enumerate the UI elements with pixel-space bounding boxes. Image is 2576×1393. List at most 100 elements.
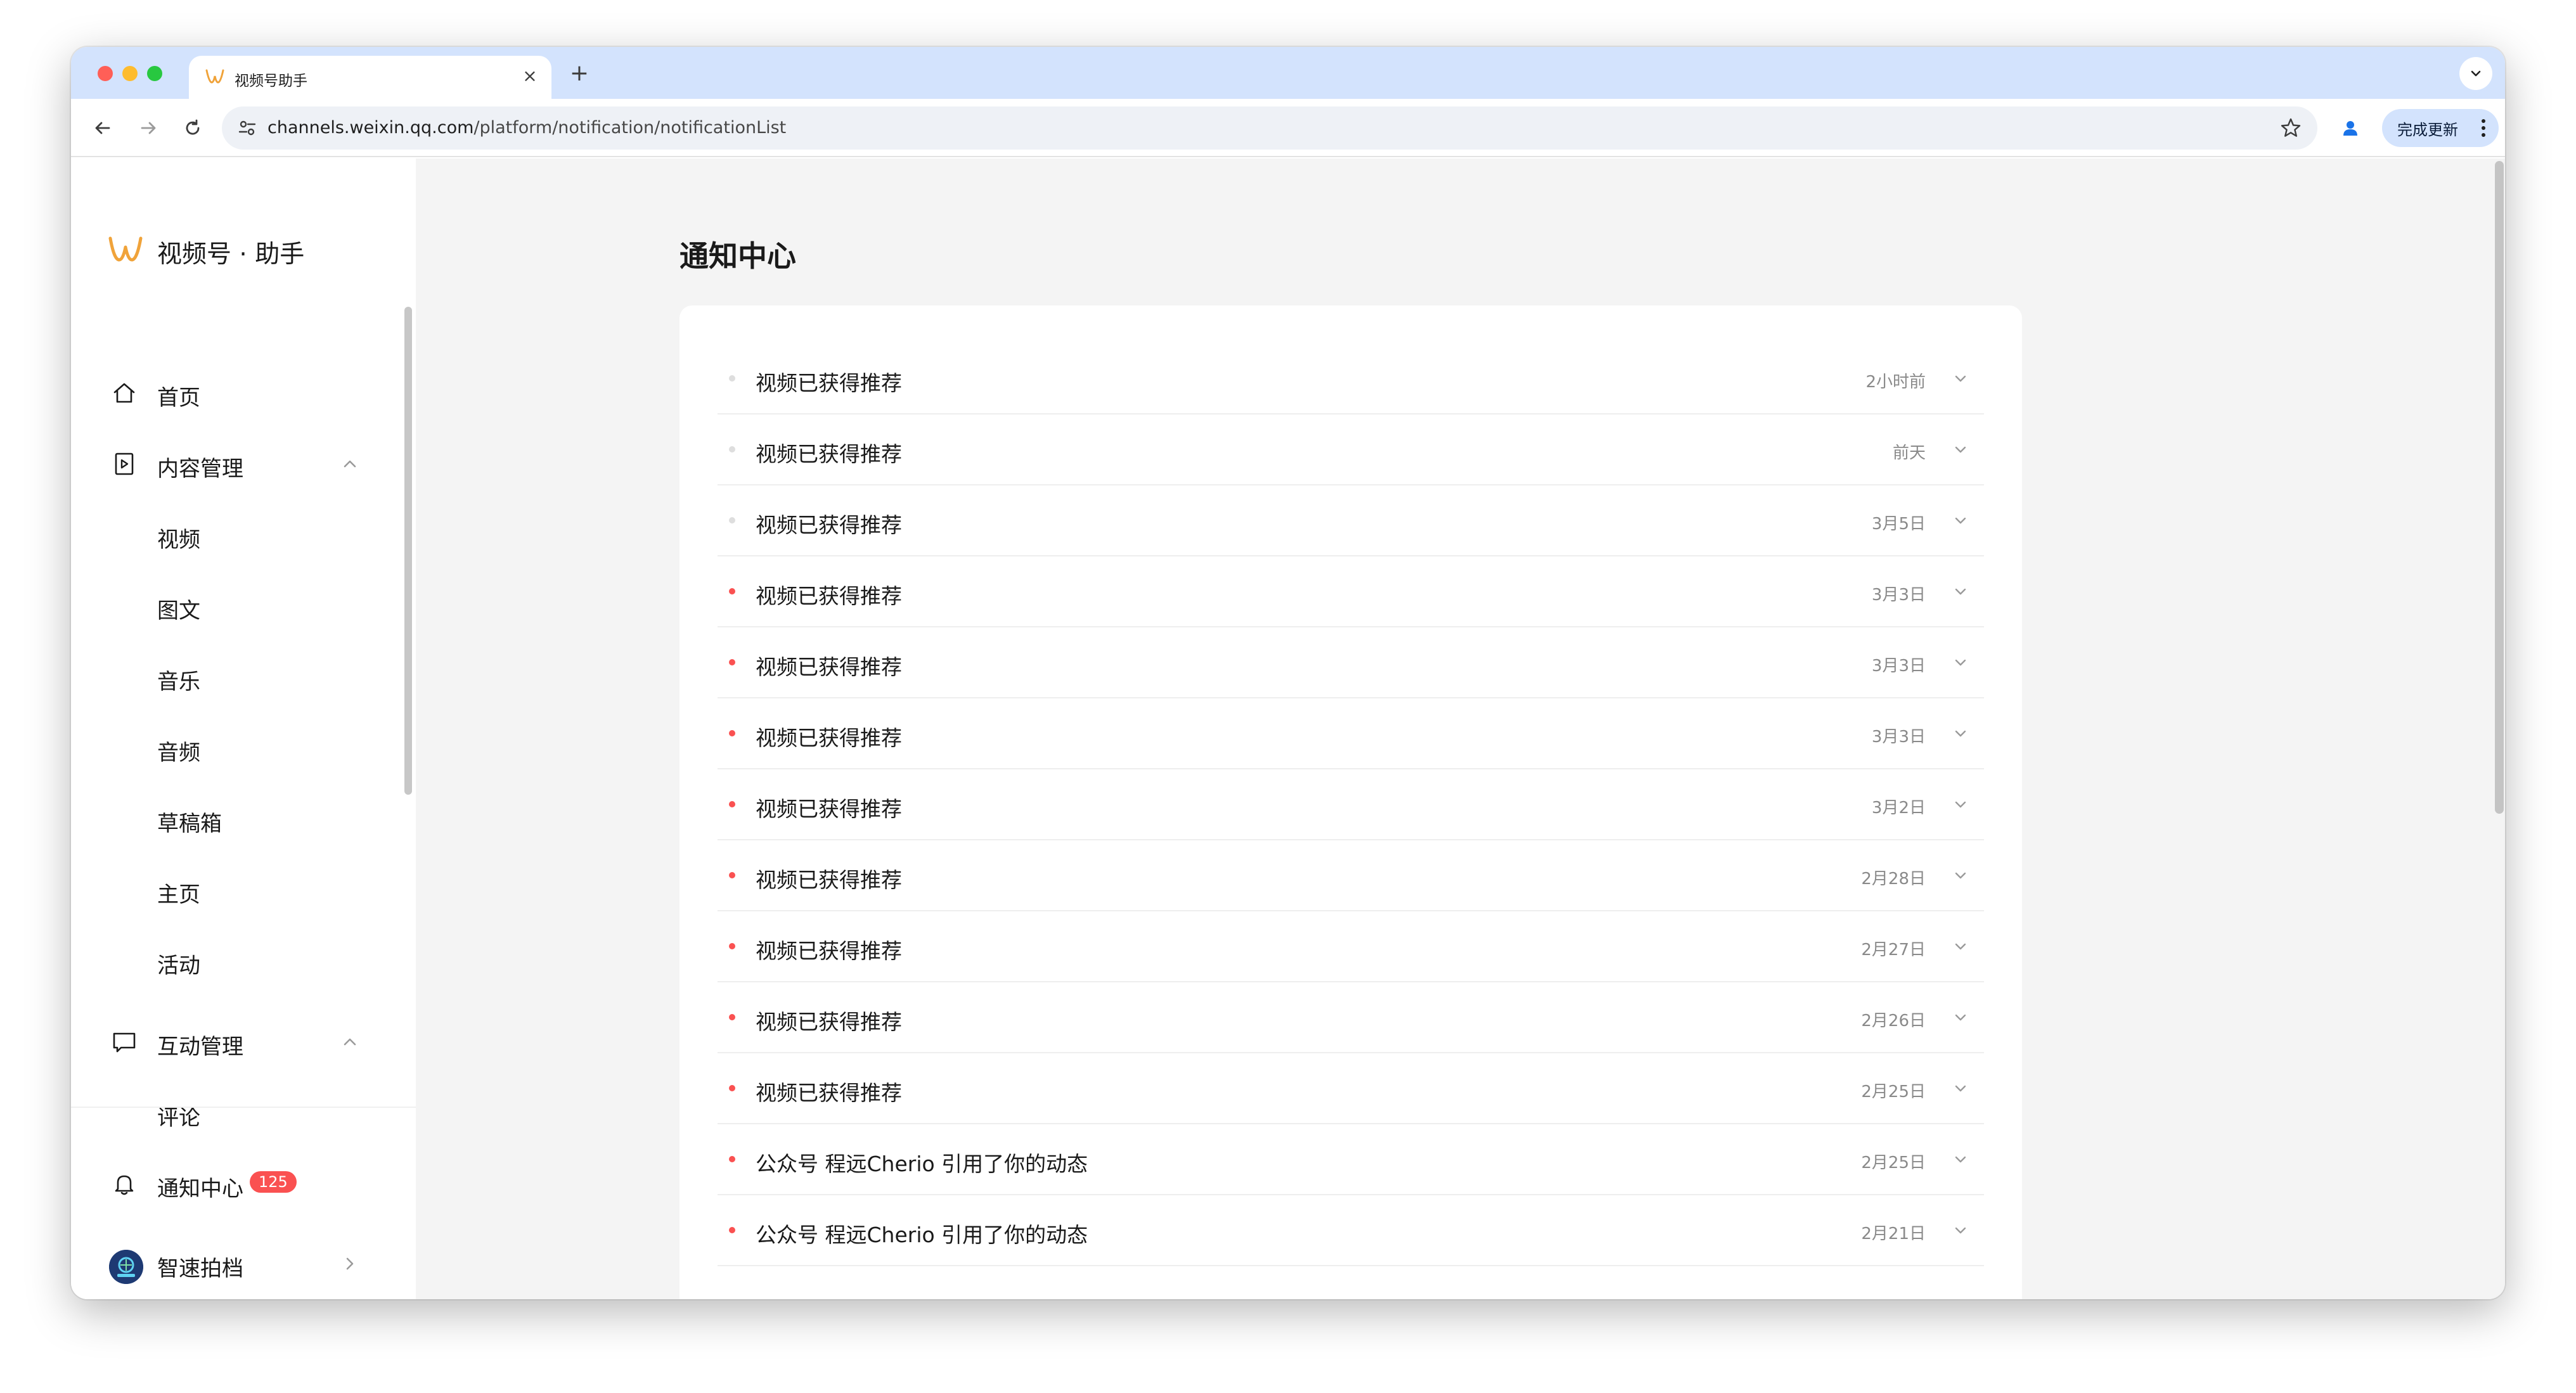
chevron-down-icon[interactable] xyxy=(1951,1079,1970,1098)
browser-window: 视频号助手 × + channels.weixin.qq.com/platfor… xyxy=(71,47,2505,1299)
notification-title: 视频已获得推荐 xyxy=(756,726,902,750)
notification-row[interactable]: 公众号 程远Cherio 引用了你的动态 2月21日 xyxy=(718,1195,1984,1266)
chevron-down-icon[interactable] xyxy=(1951,1221,1970,1240)
notification-row[interactable]: 视频已获得推荐 前天 xyxy=(718,414,1984,485)
notification-row[interactable]: 视频已获得推荐 3月2日 xyxy=(718,769,1984,840)
notification-row[interactable]: 视频已获得推荐 3月3日 xyxy=(718,556,1984,627)
sidebar-item-activities[interactable]: 活动 xyxy=(71,935,416,986)
address-bar[interactable]: channels.weixin.qq.com/platform/notifica… xyxy=(222,106,2317,150)
browser-toolbar: channels.weixin.qq.com/platform/notifica… xyxy=(71,99,2505,157)
chevron-down-icon[interactable] xyxy=(1951,795,1970,814)
tab-close-icon[interactable]: × xyxy=(518,65,541,87)
sidebar-item-label: 内容管理 xyxy=(157,456,243,482)
sidebar-item-video[interactable]: 视频 xyxy=(71,510,416,560)
unread-dot xyxy=(729,872,735,878)
update-button[interactable]: 完成更新 xyxy=(2382,109,2499,147)
notification-row[interactable]: 视频已获得推荐 3月3日 xyxy=(718,627,1984,698)
back-button[interactable] xyxy=(87,113,118,143)
tab-channels-assistant[interactable]: 视频号助手 × xyxy=(189,56,551,99)
profile-button[interactable] xyxy=(2334,112,2367,144)
new-tab-button[interactable]: + xyxy=(565,60,593,87)
minimize-window-button[interactable] xyxy=(122,66,138,81)
sidebar-item-label: 活动 xyxy=(157,953,200,979)
arrow-right-icon xyxy=(141,122,156,134)
unread-dot xyxy=(729,730,735,736)
sidebar-item-label: 视频 xyxy=(157,527,200,553)
sidebar-item-notifications[interactable]: 通知中心 125 xyxy=(71,1159,416,1209)
unread-dot xyxy=(729,1014,735,1020)
notification-row[interactable]: 视频已获得推荐 2月27日 xyxy=(718,911,1984,982)
page-content: 视频号 · 助手 首页 内容管理 视频 图文 音乐 音频 草稿箱 主页 活动 互… xyxy=(71,158,2505,1299)
read-dot xyxy=(729,446,735,453)
chevron-down-icon[interactable] xyxy=(1951,1150,1970,1169)
tab-search-button[interactable] xyxy=(2459,57,2492,90)
chevron-down-icon[interactable] xyxy=(1951,511,1970,530)
read-dot xyxy=(729,375,735,382)
comment-icon xyxy=(113,1032,136,1053)
notification-row[interactable]: 视频已获得推荐 2月28日 xyxy=(718,840,1984,911)
notification-row[interactable]: 视频已获得推荐 3月5日 xyxy=(718,485,1984,556)
notification-time: 3月3日 xyxy=(1871,657,1926,676)
sidebar-item-music[interactable]: 音乐 xyxy=(71,652,416,702)
notification-row[interactable]: 视频已获得推荐 2月26日 xyxy=(718,982,1984,1053)
notification-time: 3月2日 xyxy=(1871,799,1926,818)
sidebar-item-home[interactable]: 首页 xyxy=(71,368,416,418)
tab-title: 视频号助手 xyxy=(235,73,307,89)
notification-title: 视频已获得推荐 xyxy=(756,371,902,395)
unread-dot xyxy=(729,659,735,665)
notification-title: 视频已获得推荐 xyxy=(756,1081,902,1105)
read-dot xyxy=(729,517,735,523)
page-scrollbar[interactable] xyxy=(2495,161,2504,814)
chevron-down-icon[interactable] xyxy=(1951,937,1970,956)
sidebar-item-label: 首页 xyxy=(157,385,200,411)
notification-row[interactable]: 视频已获得推荐 3月3日 xyxy=(718,698,1984,769)
unread-dot xyxy=(729,588,735,594)
chevron-down-icon[interactable] xyxy=(1951,1008,1970,1027)
sidebar-item-comments[interactable]: 评论 xyxy=(71,1088,416,1138)
profile-icon xyxy=(2343,121,2357,136)
url-text: channels.weixin.qq.com/platform/notifica… xyxy=(267,118,786,138)
sidebar-item-content-management[interactable]: 内容管理 xyxy=(71,439,416,489)
bookmark-star-icon[interactable] xyxy=(2279,117,2302,139)
sidebar-item-homepage[interactable]: 主页 xyxy=(71,864,416,915)
notification-title: 视频已获得推荐 xyxy=(756,513,902,537)
sidebar-item-image-text[interactable]: 图文 xyxy=(71,581,416,631)
chevron-down-icon[interactable] xyxy=(1951,582,1970,601)
notification-row[interactable]: 视频已获得推荐 2月25日 xyxy=(718,1053,1984,1124)
notification-title: 视频已获得推荐 xyxy=(756,1010,902,1034)
chevron-down-icon[interactable] xyxy=(1951,724,1970,743)
sidebar-item-label: 主页 xyxy=(157,882,200,908)
sidebar-item-audio[interactable]: 音频 xyxy=(71,722,416,773)
zoom-window-button[interactable] xyxy=(147,66,162,81)
sidebar-account[interactable]: 智速拍档 xyxy=(71,1238,416,1289)
notification-row[interactable]: 视频已获得推荐 2小时前 xyxy=(718,343,1984,414)
notification-title: 视频已获得推荐 xyxy=(756,939,902,963)
notification-list: 视频已获得推荐 2小时前 视频已获得推荐 前天 视频已获得推荐 3月5日 视频已获得推荐 3月… xyxy=(679,305,2022,1299)
chevron-right-icon xyxy=(346,1257,354,1270)
reload-button[interactable] xyxy=(177,113,208,143)
unread-dot xyxy=(729,801,735,807)
chevron-down-icon[interactable] xyxy=(1951,866,1970,885)
site-settings-icon xyxy=(238,120,256,136)
chevron-down-icon[interactable] xyxy=(1951,653,1970,672)
sidebar-item-label: 草稿箱 xyxy=(157,811,222,837)
notification-row[interactable]: 公众号 程远Cherio 引用了你的动态 2月25日 xyxy=(718,1124,1984,1195)
notification-title: 视频已获得推荐 xyxy=(756,442,902,466)
chevron-down-icon[interactable] xyxy=(1951,440,1970,459)
sidebar-item-interaction-management[interactable]: 互动管理 xyxy=(71,1017,416,1067)
avatar xyxy=(109,1250,143,1284)
notification-title: 公众号 程远Cherio 引用了你的动态 xyxy=(756,1223,1088,1247)
sidebar-item-label: 音频 xyxy=(157,740,200,766)
sidebar-item-drafts[interactable]: 草稿箱 xyxy=(71,793,416,844)
unread-dot xyxy=(729,943,735,949)
sidebar-item-label: 图文 xyxy=(157,598,200,624)
chevron-down-icon[interactable] xyxy=(1951,369,1970,388)
close-window-button[interactable] xyxy=(98,66,113,81)
sidebar-item-label: 通知中心 xyxy=(157,1176,243,1202)
sidebar-scrollbar[interactable] xyxy=(404,307,412,795)
forward-button[interactable] xyxy=(133,113,164,143)
notification-title: 公众号 程远Cherio 引用了你的动态 xyxy=(756,1152,1088,1176)
notification-time: 3月3日 xyxy=(1871,586,1926,605)
account-name: 智速拍档 xyxy=(157,1256,243,1281)
sidebar: 视频号 · 助手 首页 内容管理 视频 图文 音乐 音频 草稿箱 主页 活动 互… xyxy=(71,158,416,1299)
